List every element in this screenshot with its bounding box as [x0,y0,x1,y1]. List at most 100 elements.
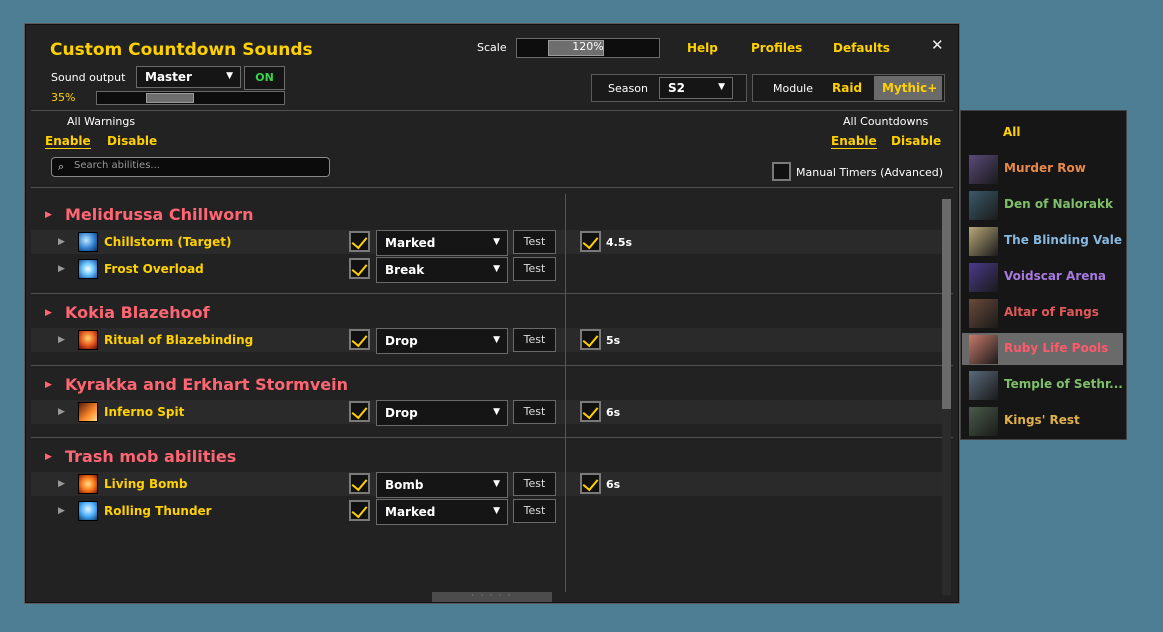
warning-checkbox[interactable] [349,258,370,279]
menu-item-all[interactable]: All [1003,125,1021,139]
season-dropdown[interactable]: S2 ▼ [659,77,733,99]
main-window: Custom Countdown Sounds Sound output Mas… [24,23,960,604]
test-button[interactable]: Test [513,230,556,254]
season-value: S2 [668,81,685,95]
warning-checkbox[interactable] [349,473,370,494]
sound-toggle-button[interactable]: ON [244,66,285,90]
expand-group-icon[interactable]: ▶ [45,452,52,462]
sound-dropdown[interactable]: Marked ▼ [376,499,508,525]
boss-header[interactable]: Kyrakka and Erkhart Stormvein [65,375,348,394]
sound-value: Marked [385,505,436,519]
module-mythic-tab[interactable]: Mythic+ [874,76,942,100]
living-bomb-icon [78,474,98,494]
volume-slider-thumb[interactable] [146,93,194,103]
season-group: Season S2 ▼ [591,74,747,102]
warning-checkbox[interactable] [349,329,370,350]
sound-dropdown[interactable]: Marked ▼ [376,230,508,256]
dungeon-thumbnail-icon [969,191,998,220]
module-group: Module Raid Mythic+ [752,74,945,102]
divider [31,187,953,188]
test-button[interactable]: Test [513,472,556,496]
divider [31,437,953,438]
dungeon-thumbnail-icon [969,155,998,184]
expand-ability-icon[interactable]: ▶ [58,335,65,345]
warning-checkbox[interactable] [349,500,370,521]
expand-ability-icon[interactable]: ▶ [58,407,65,417]
expand-ability-icon[interactable]: ▶ [58,479,65,489]
dungeon-thumbnail-icon [969,335,998,364]
dungeon-dropdown-menu: All Murder Row Den of Nalorakk The Blindin… [960,110,1127,440]
chevron-down-icon: ▼ [493,237,500,247]
season-label: Season [608,82,648,95]
test-button[interactable]: Test [513,257,556,281]
sound-value: Drop [385,334,418,348]
countdown-checkbox[interactable] [580,231,601,252]
divider [31,365,953,366]
dungeon-name: Ruby Life Pools [1004,341,1109,355]
dungeon-menu-item[interactable]: Ruby Life Pools [962,333,1123,365]
dungeon-menu-item[interactable]: Altar of Fangs [962,297,1123,329]
search-input[interactable]: ⌕ Search abilities... [51,157,330,177]
all-countdowns-label: All Countdowns [843,115,929,128]
sound-dropdown[interactable]: Bomb ▼ [376,472,508,498]
profiles-button[interactable]: Profiles [751,41,802,55]
expand-group-icon[interactable]: ▶ [45,210,52,220]
countdown-checkbox[interactable] [580,473,601,494]
dungeon-menu-item[interactable]: Temple of Sethr... [962,369,1123,401]
fire-spit-icon [78,402,98,422]
search-icon: ⌕ [58,160,65,173]
scrollbar-thumb[interactable] [942,199,951,409]
chevron-down-icon: ▼ [493,264,500,274]
dungeon-menu-item[interactable]: Murder Row [962,153,1123,185]
sound-output-label: Sound output [51,71,126,84]
countdowns-enable-button[interactable]: Enable [831,134,877,149]
sound-output-dropdown[interactable]: Master ▼ [136,66,241,88]
module-raid-tab[interactable]: Raid [832,81,862,95]
expand-group-icon[interactable]: ▶ [45,308,52,318]
boss-header[interactable]: Trash mob abilities [65,447,236,466]
manual-timers-checkbox[interactable] [772,162,791,181]
sound-dropdown[interactable]: Break ▼ [376,257,508,283]
countdown-time: 5s [606,334,621,347]
countdowns-disable-button[interactable]: Disable [891,134,941,148]
all-warnings-label: All Warnings [67,115,136,128]
sound-dropdown[interactable]: Drop ▼ [376,328,508,354]
countdown-checkbox[interactable] [580,401,601,422]
warnings-disable-button[interactable]: Disable [107,134,157,148]
sound-dropdown[interactable]: Drop ▼ [376,400,508,426]
volume-slider[interactable] [96,91,285,105]
dungeon-menu-item[interactable]: Voidscar Arena [962,261,1123,293]
expand-ability-icon[interactable]: ▶ [58,264,65,274]
test-button[interactable]: Test [513,328,556,352]
scrollbar[interactable] [942,199,951,595]
help-button[interactable]: Help [687,41,718,55]
dungeon-menu-item[interactable]: Den of Nalorakk [962,189,1123,221]
divider [31,293,953,294]
warning-checkbox[interactable] [349,231,370,252]
test-button[interactable]: Test [513,400,556,424]
chevron-down-icon: ▼ [493,479,500,489]
resize-handle[interactable]: · · · · · [432,592,552,602]
chevron-down-icon: ▼ [493,335,500,345]
warning-checkbox[interactable] [349,401,370,422]
frost-burst-icon [78,259,98,279]
expand-ability-icon[interactable]: ▶ [58,237,65,247]
dungeon-menu-item[interactable]: The Blinding Vale [962,225,1123,257]
defaults-button[interactable]: Defaults [833,41,890,55]
expand-ability-icon[interactable]: ▶ [58,506,65,516]
column-divider [565,194,566,592]
close-icon[interactable]: ✕ [931,36,944,54]
test-button[interactable]: Test [513,499,556,523]
expand-group-icon[interactable]: ▶ [45,380,52,390]
boss-header[interactable]: Kokia Blazehoof [65,303,210,322]
dungeon-menu-item[interactable]: Kings' Rest [962,405,1123,437]
dungeon-name: Temple of Sethr... [1004,377,1123,391]
boss-header[interactable]: Melidrussa Chillworn [65,205,254,224]
warnings-enable-button[interactable]: Enable [45,134,91,149]
divider [31,110,953,111]
dungeon-name: Voidscar Arena [1004,269,1107,283]
ability-name: Ritual of Blazebinding [104,333,254,347]
scale-slider[interactable]: 120% [516,38,660,58]
module-mythic-label: Mythic+ [882,81,938,95]
countdown-checkbox[interactable] [580,329,601,350]
